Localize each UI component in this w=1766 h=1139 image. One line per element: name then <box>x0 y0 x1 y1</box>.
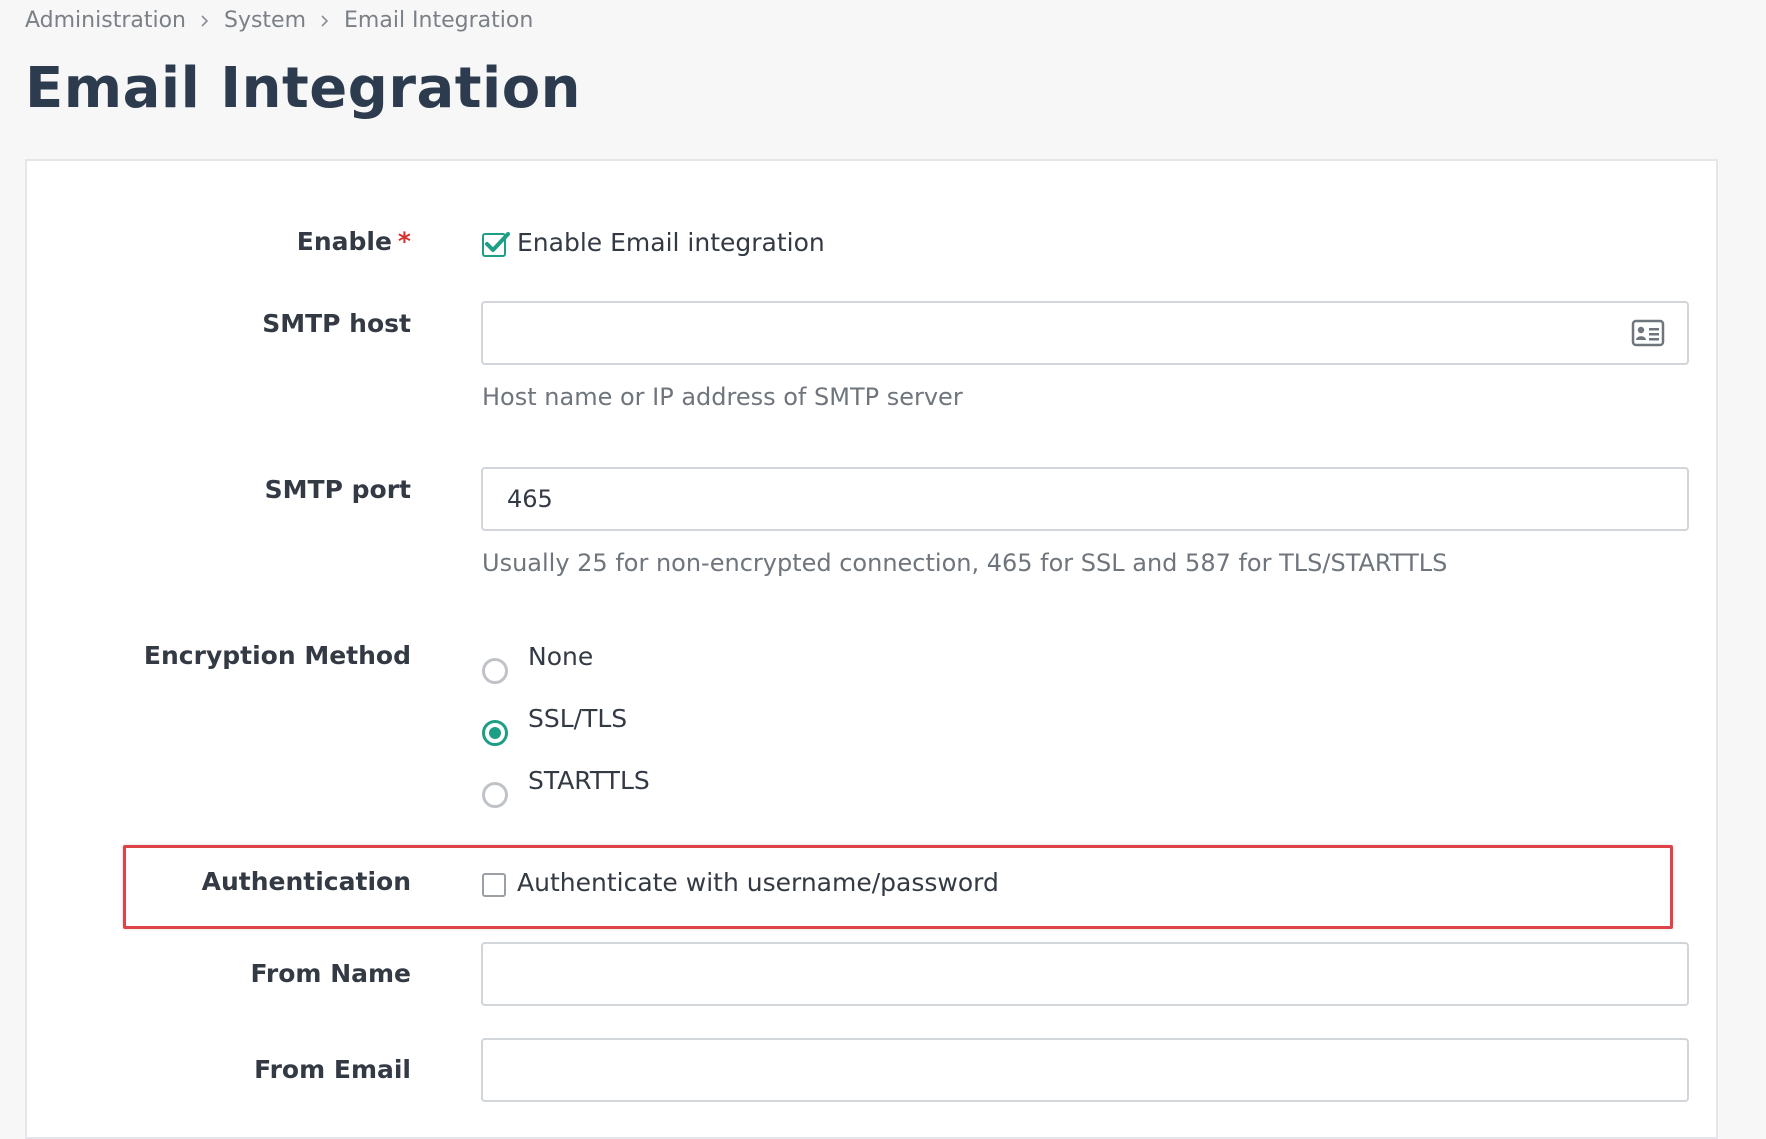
radio-ssl-tls[interactable] <box>482 720 508 746</box>
chevron-right-icon <box>199 14 211 27</box>
from-name-label: From Name <box>250 959 411 988</box>
required-asterisk: * <box>397 227 411 256</box>
breadcrumb: Administration System Email Integration <box>25 8 533 33</box>
breadcrumb-administration[interactable]: Administration <box>25 8 186 33</box>
contact-card-icon[interactable] <box>1631 319 1665 347</box>
encryption-label: Encryption Method <box>143 641 411 670</box>
form-panel: Enable * Enable Email integration SMTP ho… <box>25 159 1718 1139</box>
smtp-port-label: SMTP port <box>264 475 411 504</box>
enable-checkbox-label[interactable]: Enable Email integration <box>517 228 825 257</box>
checkmark-icon <box>485 232 510 252</box>
radio-starttls[interactable] <box>482 782 508 808</box>
enable-checkbox[interactable] <box>482 232 510 257</box>
smtp-port-input[interactable] <box>481 467 1689 531</box>
from-email-input[interactable] <box>481 1038 1689 1102</box>
enable-label-text: Enable <box>296 227 392 256</box>
page-title: Email Integration <box>25 56 582 121</box>
radio-starttls-label[interactable]: STARTTLS <box>528 766 650 795</box>
authentication-checkbox-label[interactable]: Authenticate with username/password <box>517 868 999 897</box>
radio-none-label[interactable]: None <box>528 642 593 671</box>
breadcrumb-system[interactable]: System <box>224 8 306 33</box>
authentication-checkbox[interactable] <box>482 873 506 897</box>
from-name-input[interactable] <box>481 942 1689 1006</box>
smtp-host-label: SMTP host <box>262 309 411 338</box>
radio-none[interactable] <box>482 658 508 684</box>
chevron-right-icon <box>319 14 331 27</box>
authentication-label: Authentication <box>201 867 411 896</box>
smtp-host-help: Host name or IP address of SMTP server <box>482 383 963 411</box>
radio-ssl-tls-label[interactable]: SSL/TLS <box>528 704 627 733</box>
smtp-port-help: Usually 25 for non-encrypted connection,… <box>482 549 1448 577</box>
enable-label: Enable * <box>297 227 411 256</box>
smtp-host-input[interactable] <box>481 301 1689 365</box>
from-email-label: From Email <box>254 1055 411 1084</box>
breadcrumb-email-integration: Email Integration <box>344 8 534 33</box>
